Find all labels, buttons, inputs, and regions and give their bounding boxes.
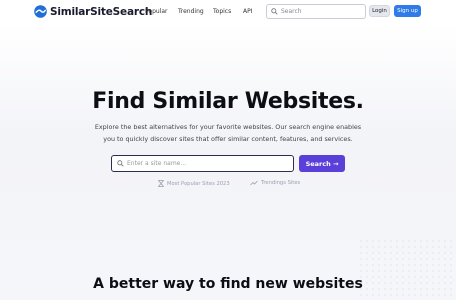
signup-button[interactable]: Sign up <box>394 5 421 17</box>
nav-topics[interactable]: Topics <box>213 8 231 15</box>
nav-api[interactable]: API <box>243 8 253 15</box>
site-search-input[interactable] <box>127 160 287 167</box>
hourglass-icon <box>158 180 164 187</box>
section-title: A better way to find new websites <box>93 276 363 292</box>
top-navbar: SimilarSiteSearch Popular Trending Topic… <box>0 0 456 24</box>
hero-title: Find Similar Websites. <box>92 89 364 114</box>
search-button[interactable]: Search → <box>299 155 345 172</box>
search-icon <box>117 160 124 167</box>
trending-sites-label: Trendings Sites <box>261 180 301 186</box>
nav-trending[interactable]: Trending <box>178 8 204 15</box>
logo-icon <box>34 5 47 18</box>
login-button[interactable]: Login <box>369 5 390 17</box>
brand-name: SimilarSiteSearch <box>50 5 153 18</box>
header-search-input[interactable] <box>281 8 359 15</box>
trending-icon <box>250 180 258 186</box>
trending-sites-link[interactable]: Trendings Sites <box>250 180 300 186</box>
search-icon <box>271 8 278 15</box>
popular-sites-label: Most Popular Sites 2023 <box>167 180 230 187</box>
header-search[interactable] <box>266 4 366 19</box>
nav-popular[interactable]: Popular <box>145 8 168 15</box>
site-search-field[interactable] <box>111 155 294 172</box>
popular-sites-link[interactable]: Most Popular Sites 2023 <box>158 180 230 187</box>
hero-description: Explore the best alternatives for your f… <box>94 123 362 143</box>
brand-logo[interactable]: SimilarSiteSearch <box>34 5 152 18</box>
